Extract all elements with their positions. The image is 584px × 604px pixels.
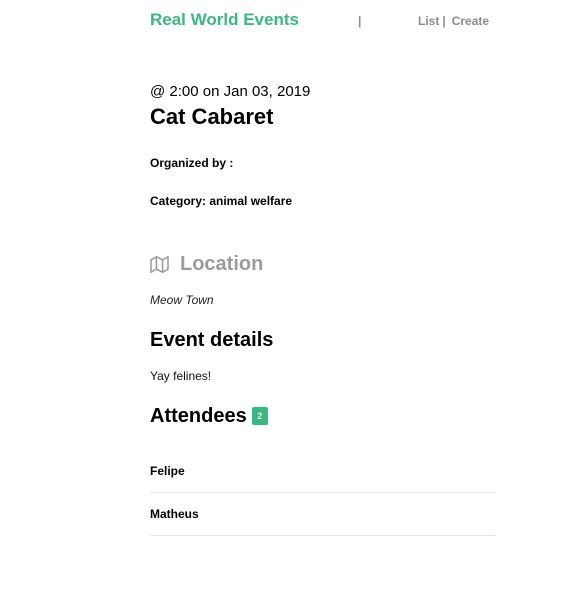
attendees-heading: Attendees 2 [150, 404, 495, 428]
attendees-heading-label: Attendees [150, 405, 247, 427]
location-heading: Location [150, 252, 495, 276]
nav-link-list[interactable]: List [418, 14, 439, 28]
app-root: Real World Events | List | Create @ 2:00 o… [0, 0, 584, 604]
nav-separator: | [442, 14, 446, 28]
event-description: Yay felines! [150, 369, 212, 383]
attendee-list: Felipe Matheus [150, 450, 495, 536]
organizer-label: Organized by : [150, 156, 234, 170]
nav-separator: | [358, 14, 362, 28]
map-icon [150, 255, 169, 273]
event-details-heading: Event details [150, 329, 274, 351]
nav-link-create[interactable]: Create [452, 14, 489, 28]
brand-logo-link[interactable]: Real World Events [150, 10, 299, 30]
main-nav: List | Create [418, 14, 489, 28]
attendees-count-badge: 2 [251, 407, 268, 425]
event-time: @ 2:00 on Jan 03, 2019 [150, 83, 311, 100]
category-label: Category: animal welfare [150, 194, 293, 208]
location-text: Meow Town [150, 293, 214, 307]
location-heading-label: Location [180, 253, 264, 275]
list-item: Felipe [150, 450, 495, 493]
event-show: @ 2:00 on Jan 03, 2019 Cat Cabaret Organ… [150, 82, 495, 536]
event-title: Cat Cabaret [150, 104, 274, 129]
list-item: Matheus [150, 493, 495, 536]
